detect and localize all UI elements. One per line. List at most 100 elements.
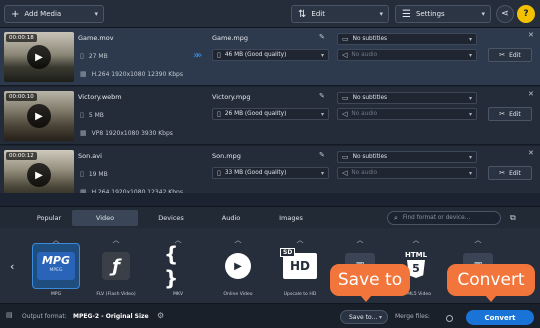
sd-badge: SD [280, 248, 296, 257]
add-media-button[interactable]: + Add Media ▾ [4, 5, 104, 23]
edit-menu-button[interactable]: ⇅ Edit ▾ [291, 5, 389, 23]
audio-value: No audio [351, 111, 378, 117]
output-size-select[interactable]: ▯ 33 MB (Good quality) ▾ [212, 167, 329, 179]
youtube-icon: ▶ [214, 243, 262, 289]
play-icon[interactable]: ▶ [27, 163, 51, 187]
output-format-value[interactable]: MPEG-2 - Original Size [73, 313, 149, 320]
scissors-icon: ✂ [499, 51, 506, 59]
file-size-value: 19 MB [88, 170, 108, 178]
tab-images[interactable]: Images [260, 210, 322, 226]
tab-audio[interactable]: Audio [200, 210, 262, 226]
edit-file-button[interactable]: ✂ Edit [488, 48, 532, 62]
settings-button[interactable]: ☰ Settings ▾ [395, 5, 491, 23]
speaker-muted-icon: ◁ [342, 169, 348, 177]
format-item-upscale-hd[interactable]: ︿ SD HD Upscale to HD [270, 235, 330, 301]
chevron-down-icon: ▾ [320, 51, 324, 59]
output-filename: Game.mpg [212, 34, 249, 42]
codec-value: VP8 1920x1080 3930 Kbps [91, 129, 173, 137]
format-item-flv[interactable]: ︿ ƒ FLV (Flash Video) [86, 235, 146, 301]
flash-icon: ƒ [92, 243, 140, 289]
file-size-value: 27 MB [88, 52, 108, 60]
subtitles-select[interactable]: ▭ No subtitles ▾ [337, 33, 477, 45]
codec-info: ▦ VP8 1920x1080 3930 Kbps [80, 129, 173, 137]
file-size: ▯ 5 MB [80, 111, 104, 119]
search-placeholder: Find format or device... [402, 215, 471, 221]
save-to-label: Save to... [349, 313, 378, 321]
mkv-icon: { } [164, 242, 179, 290]
format-item-mpg[interactable]: ︿ MPG MPEG MPG [26, 235, 86, 301]
tab-video[interactable]: Video [72, 210, 138, 226]
edit-file-label: Edit [509, 51, 521, 59]
plus-icon: + [11, 8, 20, 20]
help-icon: ? [523, 9, 529, 19]
audio-value: No audio [351, 170, 378, 176]
chevron-down-icon: ▾ [94, 10, 98, 18]
source-filename: Victory.webm [78, 93, 122, 101]
format-search-input[interactable]: ⌕ Find format or device... [387, 211, 501, 225]
chevron-down-icon: ▾ [468, 51, 472, 59]
toolbar: + Add Media ▾ ⇅ Edit ▾ ☰ Settings ▾ ⋖ ? [0, 0, 540, 28]
format-label: MKV [172, 292, 184, 297]
audio-select[interactable]: ◁ No audio ▾ [337, 167, 477, 179]
mpg-badge-sub: MPEG [49, 268, 63, 273]
source-filename: Son.avi [78, 152, 102, 160]
video-thumbnail[interactable]: 00:00:18 ▶ [4, 32, 74, 82]
format-item-online-video[interactable]: ︿ ▶ Online Video [208, 235, 268, 301]
output-format-label: Output format: [22, 313, 67, 320]
file-icon: ▯ [217, 51, 221, 59]
rename-pencil-icon[interactable]: ✎ [319, 92, 325, 100]
audio-select[interactable]: ◁ No audio ▾ [337, 49, 477, 61]
search-icon: ⌕ [394, 213, 398, 222]
subtitles-value: No subtitles [352, 36, 388, 42]
convert-callout: Convert [447, 264, 535, 302]
subtitles-icon: ▭ [342, 94, 349, 102]
format-label: FLV (Flash Video) [96, 292, 136, 297]
save-to-callout-text: Save to [337, 270, 403, 290]
file-list-empty-area [0, 193, 540, 206]
subtitles-select[interactable]: ▭ No subtitles ▾ [337, 92, 477, 104]
subtitles-select[interactable]: ▭ No subtitles ▾ [337, 151, 477, 163]
chevron-left-icon[interactable]: ‹ [10, 260, 14, 273]
convert-callout-text: Convert [457, 270, 525, 290]
chevron-down-icon: ▾ [468, 94, 472, 102]
save-to-button[interactable]: Save to... ▾ [340, 310, 388, 324]
rename-pencil-icon[interactable]: ✎ [319, 151, 325, 159]
video-thumbnail[interactable]: 00:00:10 ▶ [4, 91, 74, 141]
callout-tail [485, 295, 497, 302]
edit-file-button[interactable]: ✂ Edit [488, 166, 532, 180]
file-row[interactable]: 00:00:18 ▶ Game.mov ▯ 27 MB ▦ H.264 1920x1… [0, 28, 540, 86]
gear-icon[interactable]: ⚙ [157, 311, 164, 320]
edit-file-button[interactable]: ✂ Edit [488, 107, 532, 121]
share-button[interactable]: ⋖ [496, 5, 514, 23]
file-size-value: 5 MB [88, 111, 104, 119]
chevron-down-icon: ▾ [481, 10, 485, 18]
output-size-select[interactable]: ▯ 26 MB (Good quality) ▾ [212, 108, 329, 120]
merge-files-toggle[interactable] [446, 315, 453, 322]
file-row[interactable]: 00:00:10 ▶ Victory.webm ▯ 5 MB ▦ VP8 1920x… [0, 87, 540, 145]
output-filename: Victory.mpg [212, 93, 251, 101]
status-bar: ▤ Output format: MPEG-2 - Original Size … [0, 303, 540, 328]
rename-pencil-icon[interactable]: ✎ [319, 33, 325, 41]
source-filename: Game.mov [78, 34, 114, 42]
play-icon[interactable]: ▶ [27, 104, 51, 128]
tab-devices[interactable]: Devices [140, 210, 202, 226]
subtitles-value: No subtitles [352, 95, 388, 101]
file-icon: ▯ [80, 111, 84, 119]
remove-file-icon[interactable]: ✕ [528, 31, 534, 39]
timecode: 00:00:18 [6, 34, 37, 42]
remove-file-icon[interactable]: ✕ [528, 90, 534, 98]
output-size-select[interactable]: ▯ 46 MB (Good quality) ▾ [212, 49, 329, 61]
hd-icon: SD HD [276, 243, 324, 289]
chevron-down-icon: ▾ [320, 169, 324, 177]
remove-file-icon[interactable]: ✕ [528, 149, 534, 157]
export-settings-icon[interactable]: ⧉ [510, 213, 516, 223]
file-size: ▯ 19 MB [80, 170, 108, 178]
format-item-mkv[interactable]: ︿ { } MKV [148, 235, 208, 301]
convert-button[interactable]: Convert [466, 310, 534, 325]
file-icon: ▯ [80, 170, 84, 178]
play-icon[interactable]: ▶ [27, 45, 51, 69]
film-icon: ▤ [6, 311, 13, 319]
help-button[interactable]: ? [517, 5, 535, 23]
file-icon: ▯ [217, 110, 221, 118]
audio-select[interactable]: ◁ No audio ▾ [337, 108, 477, 120]
